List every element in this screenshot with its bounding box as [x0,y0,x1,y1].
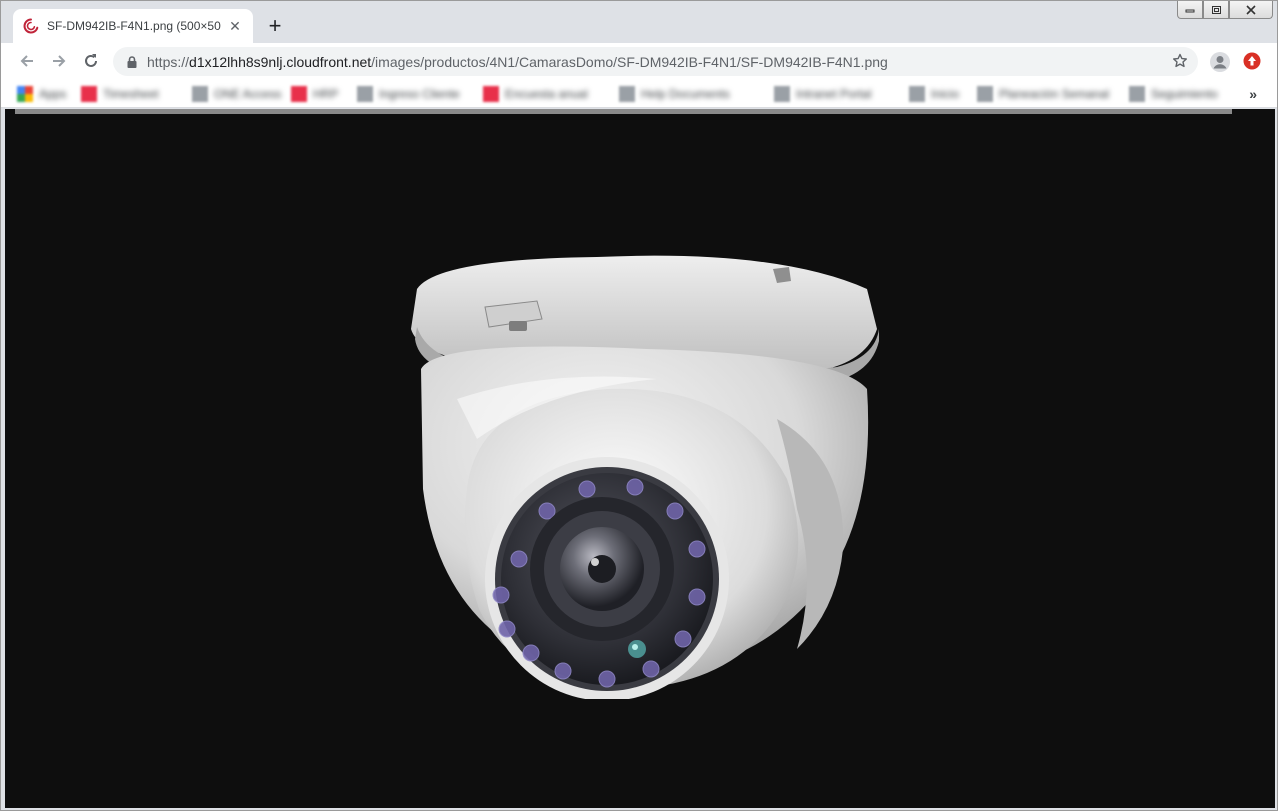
address-bar[interactable]: https://d1x12lhh8s9nlj.cloudfront.net/im… [113,47,1198,76]
tab-title: SF-DM942IB-F4N1.png (500×500) [47,19,221,33]
arrow-left-icon [20,55,33,67]
tab-active[interactable]: SF-DM942IB-F4N1.png (500×500) ✕ [13,9,253,43]
bookmark-item[interactable]: HRP [291,85,338,103]
globe-icon [909,86,925,102]
dome-camera-image [411,255,879,699]
bookmark-item[interactable]: Encuesta anual [483,85,588,103]
globe-icon [619,86,635,102]
bookmark-label: Timesheet [103,87,159,101]
star-icon[interactable] [1172,53,1188,69]
bookmarks-overflow-button[interactable]: » [1249,86,1257,102]
bookmark-label: Seguimiento [1151,87,1218,101]
minimize-icon [1185,9,1195,12]
arrow-right-icon [53,55,66,67]
bookmark-item[interactable]: Apps [17,85,66,103]
bookmark-label: Planeación Semanal [999,87,1110,101]
bookmark-label: HRP [313,87,339,101]
bookmark-label: Help Documents [641,87,730,101]
back-button[interactable] [15,49,39,73]
forward-button[interactable] [47,49,71,73]
browser-toolbar: https://d1x12lhh8s9nlj.cloudfront.net/im… [1,43,1277,80]
bookmark-item[interactable]: ONE Access [192,85,281,103]
minimize-button[interactable] [1177,1,1203,19]
lock-icon [127,55,137,68]
site-icon [291,86,307,102]
globe-icon [977,86,993,102]
update-extension-icon[interactable] [1242,51,1262,71]
image-viewport [5,109,1275,808]
bookmark-label: Apps [39,87,67,101]
bookmark-item[interactable]: Intranet Portal [774,85,871,103]
cloudfront-swirl-icon [23,18,39,34]
globe-icon [1129,86,1145,102]
tab-strip: SF-DM942IB-F4N1.png (500×500) ✕ + [1,1,1277,43]
bookmark-label: Ingreso Cliente [379,87,460,101]
maximize-button[interactable] [1203,1,1229,19]
bookmark-label: Intranet Portal [796,87,872,101]
globe-icon [192,86,208,102]
tab-close-icon[interactable]: ✕ [227,18,243,34]
bookmark-item[interactable]: Ingreso Cliente [357,85,460,103]
bookmark-label: Inicio [931,87,960,101]
url-scheme: https:// [147,53,190,70]
restore-icon [1212,5,1221,14]
bookmarks-bar: Apps Timesheet ONE Access HRP Ingreso Cl… [1,80,1277,108]
bookmark-label: Encuesta anual [505,87,588,101]
apps-icon [17,86,33,102]
url-path: /images/productos/4N1/CamarasDomo/SF-DM9… [371,53,888,70]
new-tab-button[interactable]: + [263,15,287,39]
bookmark-item[interactable]: Inicio [909,85,959,103]
window-controls [1177,1,1273,19]
site-icon [81,86,97,102]
bookmark-item[interactable]: Planeación Semanal [977,85,1109,103]
close-icon [1246,4,1256,15]
browser-window: SF-DM942IB-F4N1.png (500×500) ✕ + https:… [0,0,1278,811]
close-window-button[interactable] [1229,1,1273,19]
profile-avatar-icon[interactable] [1209,51,1231,73]
url-host: d1x12lhh8s9nlj.cloudfront.net [189,53,372,70]
bookmark-item[interactable]: Help Documents [619,85,730,103]
reload-icon [85,54,97,67]
url-text: https://d1x12lhh8s9nlj.cloudfront.net/im… [147,54,888,70]
globe-icon [774,86,790,102]
reload-button[interactable] [79,49,103,73]
site-icon [483,86,499,102]
globe-icon [357,86,373,102]
bookmark-item[interactable]: Seguimiento [1129,85,1218,103]
bookmark-item[interactable]: Timesheet [81,85,159,103]
bookmark-label: ONE Access [214,87,282,101]
horizontal-scrollbar[interactable] [15,109,1232,114]
